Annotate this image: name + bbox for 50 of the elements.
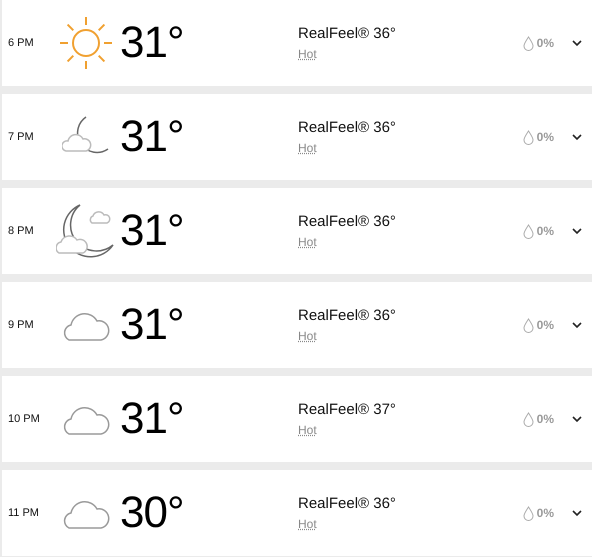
precipitation-chance: 0% [536, 505, 554, 522]
moon-clouds-icon [56, 203, 116, 259]
chevron-down-icon [572, 510, 582, 516]
realfeel-text: RealFeel® 36° [298, 494, 396, 514]
condition-phrase[interactable]: Hot [298, 327, 317, 346]
realfeel-text: RealFeel® 36° [298, 118, 396, 138]
temperature: 31° [120, 115, 185, 159]
chevron-down-icon [572, 416, 582, 422]
raindrop-icon [522, 224, 534, 238]
condition-phrase[interactable]: Hot [298, 139, 317, 158]
hour-card[interactable]: 6 PM 31° RealFeel® 36° Hot 0% [2, 0, 592, 86]
chevron-down-icon [572, 322, 582, 328]
condition-phrase[interactable]: Hot [298, 515, 317, 534]
raindrop-icon [522, 318, 534, 332]
temperature: 31° [120, 209, 185, 253]
realfeel-text: RealFeel® 36° [298, 24, 396, 44]
condition-phrase[interactable]: Hot [298, 233, 317, 252]
hour-label: 11 PM [7, 506, 40, 521]
temperature: 30° [120, 491, 185, 535]
realfeel-text: RealFeel® 36° [298, 212, 396, 232]
condition-phrase[interactable]: Hot [298, 421, 317, 440]
hour-label: 8 PM [7, 224, 35, 239]
realfeel-text: RealFeel® 37° [298, 400, 396, 420]
chevron-down-icon [572, 228, 582, 234]
precipitation-chance: 0% [536, 317, 554, 334]
sun-icon [58, 15, 114, 71]
hour-label: 10 PM [7, 412, 41, 427]
hour-card[interactable]: 11 PM 30° RealFeel® 36° Hot 0% [2, 470, 592, 556]
hour-label: 7 PM [7, 130, 35, 145]
hour-card[interactable]: 10 PM 31° RealFeel® 37° Hot 0% [2, 376, 592, 462]
temperature: 31° [120, 303, 185, 347]
temperature: 31° [120, 21, 185, 65]
precipitation-chance: 0% [536, 223, 554, 240]
chevron-down-icon [572, 134, 582, 140]
hour-label: 9 PM [7, 318, 35, 333]
hour-card[interactable]: 7 PM 31° RealFeel® 36° Hot 0% [2, 94, 592, 180]
hour-card[interactable]: 8 PM 31° RealFeel® 36° Hot 0% [2, 188, 592, 274]
condition-phrase[interactable]: Hot [298, 45, 317, 64]
precipitation-chance: 0% [536, 35, 554, 52]
precipitation-chance: 0% [536, 411, 554, 428]
temperature: 31° [120, 397, 185, 441]
hour-label: 6 PM [7, 36, 35, 51]
raindrop-icon [522, 412, 534, 426]
realfeel-text: RealFeel® 36° [298, 306, 396, 326]
precipitation-chance: 0% [536, 129, 554, 146]
raindrop-icon [522, 36, 534, 50]
chevron-down-icon [572, 40, 582, 46]
hour-card[interactable]: 9 PM 31° RealFeel® 36° Hot 0% [2, 282, 592, 368]
raindrop-icon [522, 130, 534, 144]
raindrop-icon [522, 506, 534, 520]
